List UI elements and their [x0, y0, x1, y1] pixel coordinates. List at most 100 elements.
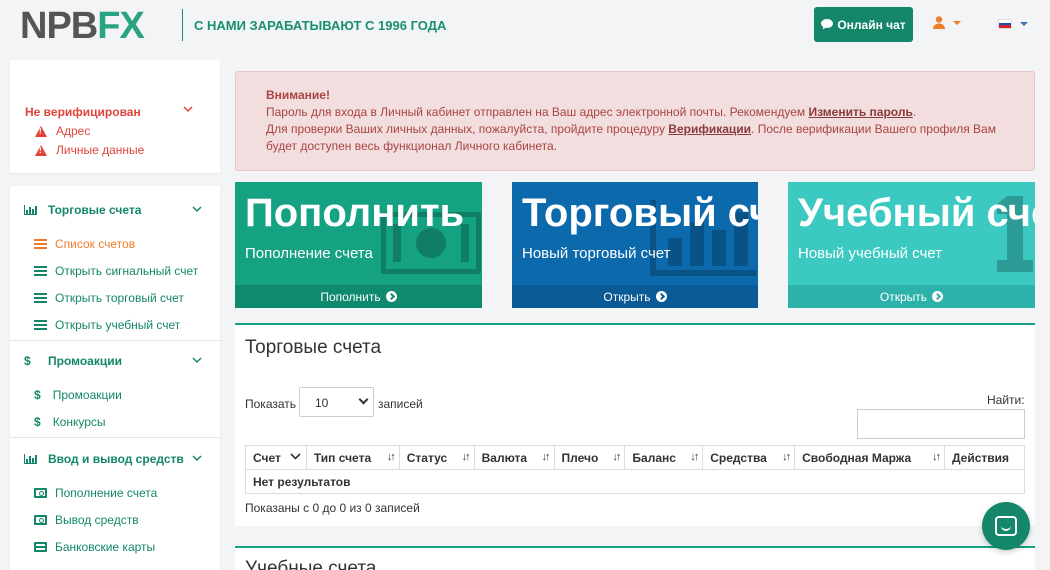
language-menu[interactable]	[998, 19, 1028, 29]
trading-account-card[interactable]: Торговый счет Новый торговый счет Открыт…	[512, 182, 758, 308]
verification-link[interactable]: Верификации	[668, 122, 751, 136]
user-menu[interactable]	[933, 16, 961, 29]
sidebar-section-trading-accounts[interactable]: Торговые счета	[10, 203, 220, 217]
sidebar-item-open-signal[interactable]: Открыть сигнальный счет	[34, 264, 198, 278]
sidebar-item-label: Конкурсы	[52, 415, 106, 429]
online-chat-button[interactable]: Онлайн чат	[814, 7, 913, 42]
money-icon	[34, 515, 47, 525]
dollar-icon: $	[34, 388, 41, 402]
sidebar-item-deposit[interactable]: Пополнение счета	[34, 486, 157, 500]
deposit-card[interactable]: Пополнить Пополнение счета Пополнить	[235, 182, 482, 308]
verification-item-label: Личные данные	[56, 143, 145, 157]
chevron-down-icon	[192, 355, 202, 367]
money-icon	[34, 488, 47, 498]
chevron-down-icon	[1020, 22, 1028, 26]
column-header-label: Баланс	[632, 450, 676, 465]
column-header-status[interactable]: Статус ↓↑	[398, 445, 475, 470]
alert-text: Для проверки Ваших личных данных, пожалу…	[266, 122, 669, 136]
column-header-label: Валюта	[481, 450, 528, 465]
action-subtitle: Пополнение счета	[245, 245, 373, 262]
chevron-down-icon	[192, 453, 202, 465]
dollar-icon: $	[34, 415, 41, 429]
sort-icon: ↓↑	[612, 451, 621, 463]
sidebar-item-bank-cards[interactable]: Банковские карты	[34, 540, 155, 554]
page-size-value: 10	[315, 396, 329, 410]
records-label: записей	[378, 397, 423, 411]
sort-desc-icon	[290, 451, 301, 463]
column-header-currency[interactable]: Валюта ↓↑	[473, 445, 555, 470]
messenger-icon	[995, 516, 1017, 536]
divider	[10, 340, 220, 341]
action-footer-label: Открыть	[879, 289, 928, 304]
column-header-label: Тип счета	[313, 450, 372, 465]
bar-chart-icon	[24, 454, 37, 464]
sidebar-item-open-demo[interactable]: Открыть учебный счет	[34, 318, 180, 332]
sidebar-section-promotions[interactable]: $ Промоакции	[10, 354, 220, 368]
warning-alert: Внимание! Пароль для входа в Личный каби…	[235, 71, 1035, 171]
empty-results: Нет результатов	[245, 469, 1025, 494]
sidebar-item-label: Вывод средств	[55, 513, 139, 527]
sidebar-item-accounts-list[interactable]: Список счетов	[34, 237, 135, 251]
column-header-free-margin[interactable]: Свободная Маржа ↓↑	[794, 445, 945, 470]
column-header-equity[interactable]: Средства ↓↑	[702, 445, 796, 470]
column-header-label: Средства	[710, 450, 767, 465]
sidebar-item-label: Список счетов	[55, 237, 136, 251]
sidebar-item-label: Банковские карты	[55, 540, 156, 554]
verification-item-personal[interactable]: Личные данные	[35, 143, 144, 157]
show-label: Показать	[245, 397, 297, 411]
search-label: Найти:	[987, 393, 1025, 407]
logo-fx: FX	[97, 5, 145, 47]
action-footer-label: Открыть	[603, 289, 651, 304]
verification-item-address[interactable]: Адрес	[35, 124, 90, 138]
list-icon	[34, 293, 47, 303]
column-header-account-type[interactable]: Тип счета ↓↑	[305, 445, 400, 470]
chevron-down-icon	[953, 20, 961, 25]
trading-account-card-footer[interactable]: Открыть	[512, 285, 758, 308]
column-header-leverage[interactable]: Плечо ↓↑	[553, 445, 626, 470]
chevron-down-icon[interactable]	[183, 102, 193, 116]
verification-status[interactable]: Не верифицирован	[25, 105, 141, 119]
sort-icon: ↓↑	[461, 451, 471, 463]
column-header-actions: Действия	[943, 445, 1026, 470]
support-chat-button[interactable]	[982, 502, 1030, 550]
table-header-row: Счет Тип счета ↓↑ Статус ↓↑ Валюта ↓↑ Плечо…	[245, 445, 1026, 470]
sidebar-item-label: Пополнение счета	[55, 486, 158, 500]
npbfx-logo[interactable]: NPB FX	[20, 5, 145, 47]
chat-label: Онлайн чат	[837, 17, 906, 32]
arrow-right-icon	[932, 291, 944, 302]
sidebar-item-label: Промоакции	[52, 388, 122, 402]
column-header-label: Счет	[253, 450, 281, 465]
sidebar-item-withdraw[interactable]: Вывод средств	[34, 513, 139, 527]
sidebar-item-label: Открыть торговый счет	[55, 291, 184, 305]
logo-separator	[182, 9, 183, 41]
chat-icon	[821, 19, 834, 30]
sidebar-item-open-trading[interactable]: Открыть торговый счет	[34, 291, 184, 305]
sidebar-item-promotions[interactable]: $ Промоакции	[34, 388, 122, 402]
demo-account-card-footer[interactable]: Открыть	[788, 285, 1035, 308]
change-password-link[interactable]: Изменить пароль	[808, 105, 912, 119]
column-header-balance[interactable]: Баланс ↓↑	[624, 445, 704, 470]
logo-prefix: NPB	[20, 5, 98, 47]
sidebar-item-contests[interactable]: $ Конкурсы	[34, 415, 106, 429]
demo-account-card[interactable]: Учебный счет Новый учебный счет Открыть	[788, 182, 1035, 308]
alert-text: будет доступен весь функционал Личного к…	[266, 139, 558, 153]
action-title: Торговый счет	[522, 191, 758, 235]
divider	[10, 437, 220, 438]
page-size-select[interactable]: 10	[299, 387, 374, 417]
list-icon	[34, 239, 47, 249]
column-header-account[interactable]: Счет	[245, 445, 307, 470]
sidebar-nav: Торговые счета Список счетов Открыть сиг…	[10, 186, 220, 570]
chevron-down-icon	[192, 204, 202, 216]
sidebar-section-deposit-withdraw[interactable]: Ввод и вывод средств	[10, 452, 220, 466]
search-input[interactable]	[857, 409, 1025, 439]
bar-chart-icon	[24, 205, 37, 215]
sidebar-item-label: Открыть учебный счет	[55, 318, 181, 332]
list-icon	[34, 266, 47, 276]
trading-accounts-panel: Торговые счета Показать 10 записей Найти…	[235, 323, 1035, 526]
alert-title: Внимание!	[266, 88, 330, 102]
arrow-right-icon	[385, 291, 397, 302]
chevron-down-icon	[358, 394, 369, 405]
dollar-icon: $	[24, 354, 31, 368]
column-header-label: Действия	[951, 450, 1010, 465]
deposit-card-footer[interactable]: Пополнить	[235, 285, 482, 308]
